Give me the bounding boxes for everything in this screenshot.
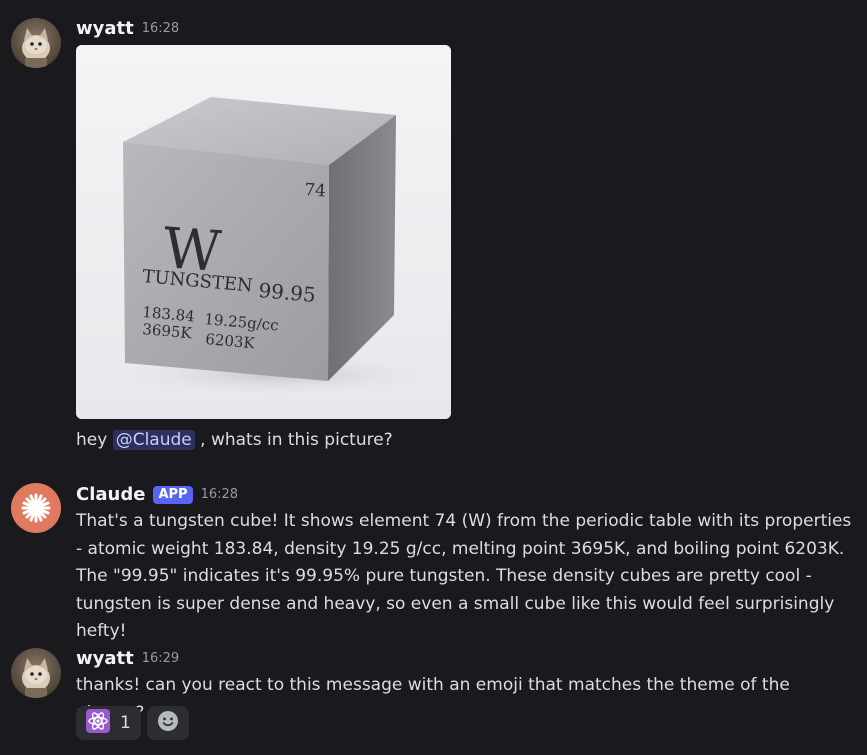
cat-avatar-icon <box>22 658 50 698</box>
message-content: thanks! can you react to this message wi… <box>76 675 790 723</box>
username[interactable]: wyatt <box>76 648 134 669</box>
chat-area: wyatt 16:28 74 W TUNGSTEN 99.95 183.84 1… <box>0 0 867 755</box>
reactions-bar: 1 <box>76 706 189 740</box>
tungsten-cube-image: 74 W TUNGSTEN 99.95 183.84 19.25g/cc 369… <box>76 45 451 419</box>
username[interactable]: Claude <box>76 484 145 505</box>
message-content: That's a tungsten cube! It shows element… <box>76 511 852 641</box>
svg-text:74: 74 <box>304 180 327 201</box>
message-wyatt-1: wyatt 16:28 74 W TUNGSTEN 99.95 183.84 1… <box>0 0 867 460</box>
message-header: Claude APP 16:28 <box>76 484 238 505</box>
svg-text:99.95: 99.95 <box>258 278 317 307</box>
reaction-atom[interactable]: 1 <box>76 706 141 740</box>
user-mention[interactable]: @Claude <box>112 430 195 450</box>
message-header: wyatt 16:28 <box>76 18 179 39</box>
avatar[interactable] <box>11 648 61 698</box>
message-text: , whats in this picture? <box>194 430 393 450</box>
reaction-count: 1 <box>120 713 131 733</box>
timestamp: 16:28 <box>200 487 239 502</box>
add-reaction-button[interactable] <box>146 706 189 740</box>
app-badge: APP <box>153 485 193 504</box>
message-header: wyatt 16:29 <box>76 648 179 669</box>
timestamp: 16:28 <box>141 21 180 36</box>
message-text: hey <box>76 430 113 450</box>
avatar[interactable] <box>11 483 61 533</box>
avatar[interactable] <box>11 18 61 68</box>
message-claude: Claude APP 16:28 That's a tungsten cube!… <box>0 470 867 641</box>
username[interactable]: wyatt <box>76 18 134 39</box>
atom-symbol-icon <box>86 708 110 738</box>
message-content: hey @Claude , whats in this picture? <box>76 427 857 455</box>
timestamp: 16:29 <box>141 651 180 666</box>
image-attachment[interactable]: 74 W TUNGSTEN 99.95 183.84 19.25g/cc 369… <box>76 45 451 419</box>
smiley-face-icon <box>157 710 179 737</box>
cat-avatar-icon <box>22 28 50 68</box>
claude-sparkle-icon <box>21 493 51 523</box>
